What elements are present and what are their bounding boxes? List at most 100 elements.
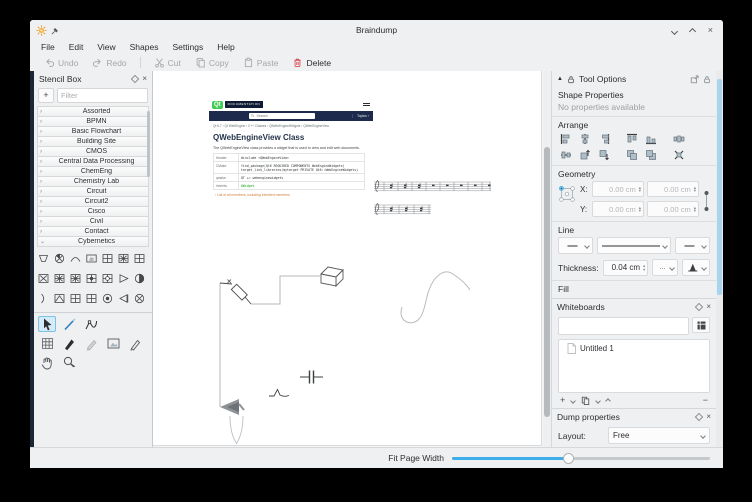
titlebar[interactable]: Braindump × <box>30 20 723 40</box>
menu-settings[interactable]: Settings <box>165 42 210 52</box>
stencil-list-scrollbar[interactable] <box>147 109 150 243</box>
float-docker-icon[interactable] <box>695 412 703 420</box>
menu-edit[interactable]: Edit <box>62 42 91 52</box>
chevron-up-icon[interactable] <box>605 398 611 404</box>
chevron-down-icon[interactable] <box>570 398 576 404</box>
canvas-vertical-scrollbar[interactable] <box>543 71 551 447</box>
cap-style-combo[interactable] <box>682 259 710 276</box>
pan-tool-icon[interactable] <box>38 354 56 370</box>
paste-button[interactable]: Paste <box>237 56 285 69</box>
dock-vertical-scrollbar[interactable] <box>716 71 723 447</box>
menu-help[interactable]: Help <box>210 42 241 52</box>
add-stencil-button[interactable]: + <box>38 88 54 103</box>
scrollbar-thumb[interactable] <box>717 79 722 295</box>
canvas-area[interactable]: Qt DOCUMENTATION Search Topics › Qt 6.7 … <box>153 71 551 447</box>
menu-shapes[interactable]: Shapes <box>123 42 166 52</box>
stencil-shape-plus-box-icon[interactable] <box>100 251 114 265</box>
stencil-shape-circle-half-icon[interactable] <box>132 271 146 285</box>
float-docker-icon[interactable] <box>131 74 139 82</box>
zoom-slider-handle[interactable] <box>563 453 574 464</box>
stencil-shape-tri-left-bar-icon[interactable] <box>116 291 130 305</box>
stencil-shape-plus-box-icon[interactable] <box>84 291 98 305</box>
close-docker-icon[interactable]: × <box>706 413 711 421</box>
dash-style-combo[interactable]: ... <box>652 259 678 276</box>
send-to-back-icon[interactable] <box>643 148 659 161</box>
close-docker-icon[interactable]: × <box>142 75 147 83</box>
stencil-shape-dot-circle-icon[interactable] <box>100 291 114 305</box>
stencil-shape-valve-icon[interactable] <box>36 251 50 265</box>
duplicate-page-icon[interactable] <box>581 396 590 405</box>
pen-tool-icon[interactable] <box>126 335 144 351</box>
whiteboard-list-item[interactable]: Untitled 1 <box>561 342 707 355</box>
remove-whiteboard-button[interactable]: − <box>703 396 708 405</box>
delete-button[interactable]: Delete <box>286 56 337 69</box>
collapse-triangle-icon[interactable]: ▲ <box>557 76 563 82</box>
detach-icon[interactable] <box>690 75 699 84</box>
zoom-mode-label[interactable]: Fit Page Width <box>388 453 444 463</box>
stencil-shape-cross-box-icon[interactable] <box>36 271 50 285</box>
anchor-position-widget[interactable] <box>558 181 576 207</box>
distribute-h-icon[interactable] <box>671 132 687 145</box>
layout-select[interactable]: Free <box>608 427 710 444</box>
stencil-shape-star-box-icon[interactable] <box>52 271 66 285</box>
align-hcenter-icon[interactable] <box>577 132 593 145</box>
raise-shape-icon[interactable] <box>577 148 593 161</box>
stencil-category-cybernetics[interactable]: ⌄Cybernetics <box>37 236 149 247</box>
path-tool-icon[interactable] <box>82 316 100 332</box>
align-left-icon[interactable] <box>558 132 574 145</box>
group-shapes-icon[interactable] <box>671 148 687 161</box>
stencil-shape-plus-box-icon[interactable] <box>132 251 146 265</box>
frame-tool-icon[interactable] <box>104 335 122 351</box>
menu-file[interactable]: File <box>34 42 62 52</box>
line-start-combo[interactable] <box>558 237 593 254</box>
thickness-spinbox[interactable]: 0.04 cm▴▾ <box>603 260 649 276</box>
zoom-slider[interactable] <box>452 457 710 460</box>
y-position-spinbox[interactable]: 0.00 cm▴▾ <box>592 201 644 217</box>
line-end-combo[interactable] <box>675 237 710 254</box>
float-docker-icon[interactable] <box>695 302 703 310</box>
chevron-down-icon[interactable] <box>595 398 601 404</box>
select-tool-icon[interactable] <box>38 316 56 332</box>
freehand-tool-icon[interactable] <box>60 316 78 332</box>
stencil-shape-circle-x-icon[interactable] <box>132 291 146 305</box>
embedded-qt-doc-image[interactable]: Qt DOCUMENTATION Search Topics › Qt 6.7 … <box>209 98 373 223</box>
stencil-shape-plus-box-icon[interactable] <box>68 291 82 305</box>
calligraphy-tool-icon[interactable] <box>60 335 78 351</box>
stencil-filter-input[interactable] <box>57 88 148 103</box>
add-whiteboard-button[interactable]: + <box>560 396 565 405</box>
minimize-button[interactable] <box>672 21 677 39</box>
close-docker-icon[interactable]: × <box>706 303 711 311</box>
undo-button[interactable]: Undo <box>38 56 84 69</box>
align-vcenter-icon[interactable] <box>558 148 574 161</box>
height-spinbox[interactable]: 0.00 cm▴▾ <box>647 201 699 217</box>
redo-button[interactable]: Redo <box>86 56 132 69</box>
copy-button[interactable]: Copy <box>189 56 235 69</box>
cut-button[interactable]: Cut <box>148 56 187 69</box>
whiteboard-view-button[interactable] <box>692 317 710 333</box>
close-button[interactable]: × <box>708 26 713 35</box>
document-page[interactable]: Qt DOCUMENTATION Search Topics › Qt 6.7 … <box>153 71 542 446</box>
keep-ratio-link-icon[interactable] <box>703 189 710 213</box>
bring-to-front-icon[interactable] <box>624 148 640 161</box>
line-style-combo[interactable] <box>597 237 671 254</box>
stencil-shape-paren-icon[interactable] <box>36 291 50 305</box>
width-spinbox[interactable]: 0.00 cm▴▾ <box>647 181 699 197</box>
menu-view[interactable]: View <box>90 42 122 52</box>
stencil-shape-star-box-icon[interactable] <box>116 251 130 265</box>
align-top-icon[interactable] <box>624 132 640 145</box>
stencil-shape-peak-box-icon[interactable] <box>52 291 66 305</box>
lower-shape-icon[interactable] <box>596 148 612 161</box>
grid-tool-icon[interactable] <box>38 335 56 351</box>
stencil-shape-star-box-icon[interactable] <box>68 271 82 285</box>
scrollbar-thumb[interactable] <box>544 147 550 417</box>
stencil-shape-tri-right-icon[interactable] <box>116 271 130 285</box>
whiteboard-name-input[interactable] <box>558 317 689 335</box>
x-position-spinbox[interactable]: 0.00 cm▴▾ <box>592 181 644 197</box>
zoom-tool-icon[interactable] <box>60 354 78 370</box>
maximize-button[interactable] <box>690 21 695 39</box>
stencil-shape-arc-icon[interactable] <box>68 251 82 265</box>
pencil-disabled-tool-icon[interactable] <box>82 335 100 351</box>
stencil-shape-delay-icon[interactable]: Δt <box>84 251 98 265</box>
stencil-shape-agitator-icon[interactable] <box>52 251 66 265</box>
whiteboards-list[interactable]: Untitled 1 <box>558 339 710 393</box>
